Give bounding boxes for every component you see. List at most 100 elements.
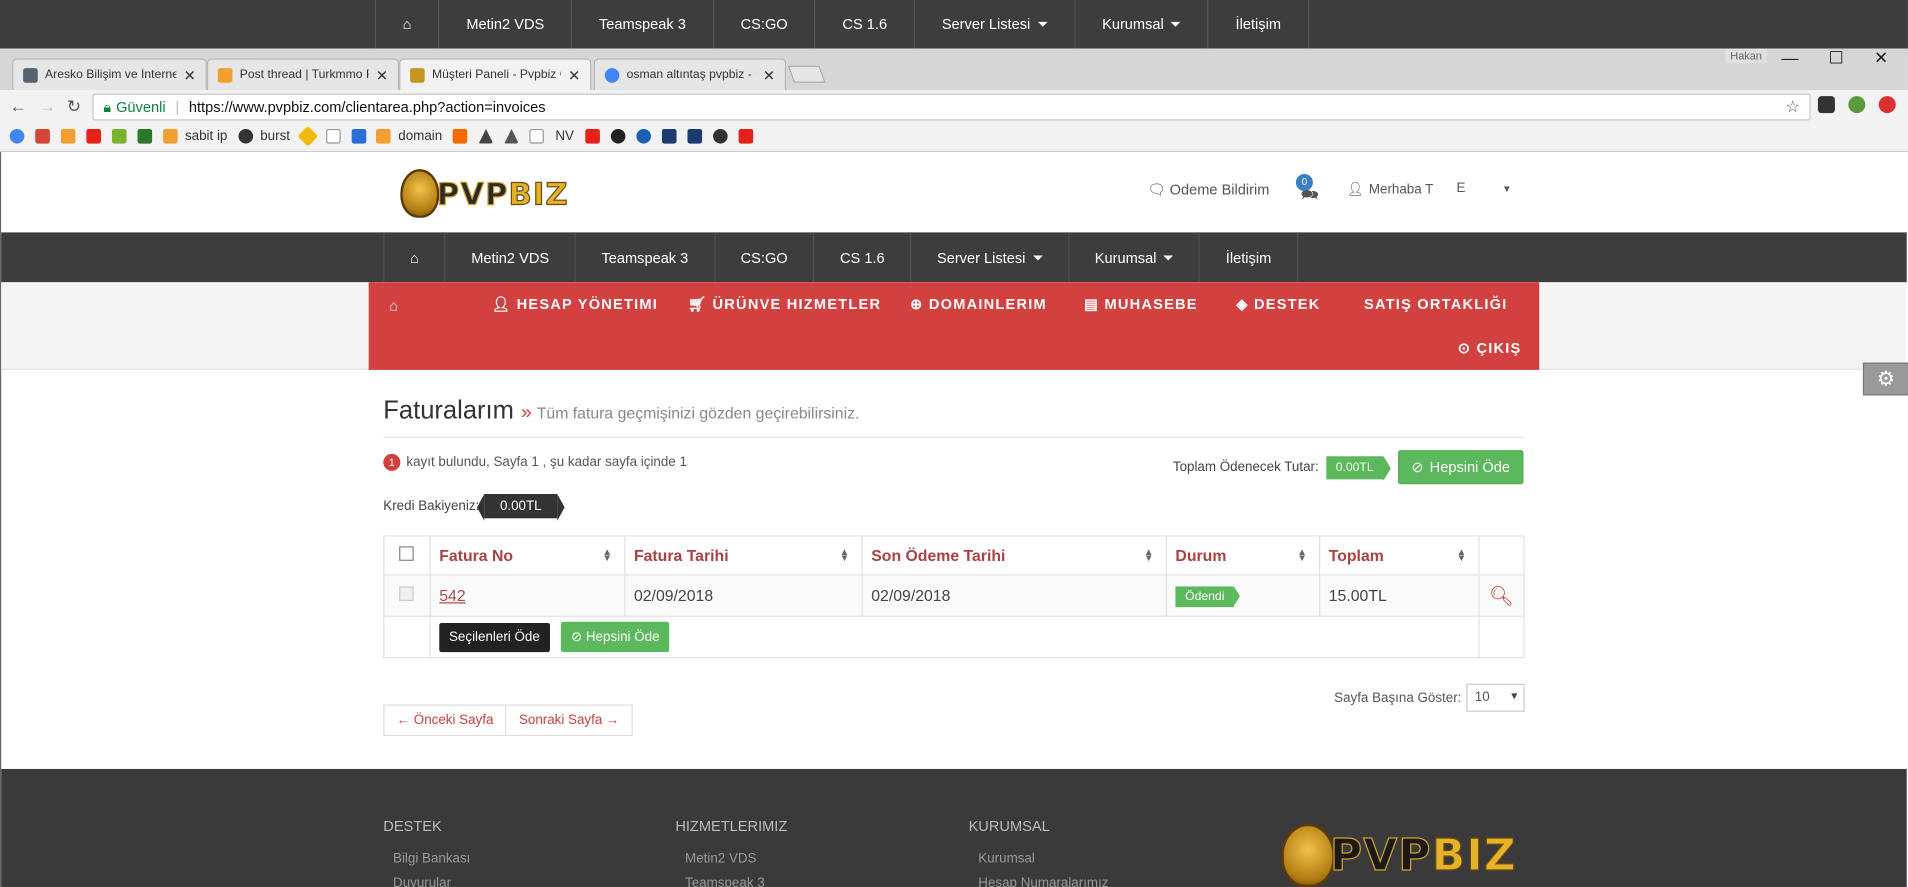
subnav-urunler[interactable]: 🛒︎ ÜRÜNVE HIZMETLER [687, 296, 881, 313]
subnav-home[interactable]: ⌂ [389, 297, 399, 314]
maximize-icon[interactable]: ☐ [1818, 47, 1855, 68]
bookmark-item[interactable] [297, 125, 319, 147]
prev-page-button[interactable]: ← Önceki Sayfa [383, 704, 507, 737]
comment-icon: 🗨︎ [1147, 181, 1166, 199]
bookmark-item[interactable] [9, 128, 25, 144]
minimize-icon[interactable]: — [1772, 47, 1809, 66]
bookmark-domain[interactable]: domain [352, 128, 442, 144]
bookmark-item[interactable] [478, 128, 494, 144]
new-tab-button[interactable] [787, 65, 826, 83]
profile-chip[interactable]: Hakan [1725, 48, 1767, 64]
bookmark-burst[interactable]: burst [238, 128, 290, 144]
subnav-satis[interactable]: SATIŞ ORTAKLIĞI [1364, 296, 1507, 313]
bookmark-item[interactable] [60, 128, 76, 144]
col-durum[interactable]: Durum ▲ ▼ [1165, 535, 1321, 576]
top-nav-iletisim[interactable]: İletişim [1207, 0, 1309, 49]
pay-selected-button[interactable]: Seçilenleri Öde [439, 622, 550, 653]
col-toplam[interactable]: Toplam ▲ ▼ [1319, 535, 1480, 576]
extension-icon[interactable] [1817, 96, 1835, 114]
nav-teamspeak[interactable]: Teamspeak 3 [574, 232, 714, 283]
browser-tab-aresko[interactable]: Aresko Bilişim ve İnternet ✕ [12, 58, 207, 91]
browser-tab-google[interactable]: osman altıntaş pvpbiz - G ✕ [593, 58, 787, 91]
top-nav-kurumsal[interactable]: Kurumsal [1074, 0, 1207, 49]
zoom-in-icon[interactable]: 🔍︎ [1489, 586, 1514, 607]
subnav-muhasebe[interactable]: ▤ MUHASEBE [1084, 296, 1198, 313]
bookmark-item[interactable] [610, 128, 626, 144]
top-nav-metin2[interactable]: Metin2 VDS [438, 0, 571, 49]
select-all-checkbox[interactable] [399, 546, 414, 561]
site-logo[interactable]: PVPBIZ [400, 169, 569, 218]
bookmark-item[interactable] [529, 128, 545, 144]
nav-home[interactable]: ⌂ [383, 232, 444, 283]
bookmark-item[interactable] [584, 128, 600, 144]
nav-csgo[interactable]: CS:GO [713, 232, 813, 283]
bookmark-item[interactable] [636, 128, 651, 144]
nav-iletisim[interactable]: İletişim [1199, 232, 1299, 283]
footer-link[interactable]: Hesap Numaralarımız [978, 876, 1108, 887]
footer-link[interactable]: Metin2 VDS [685, 852, 787, 867]
browser-tab-pvpbiz[interactable]: Müşteri Paneli - Pvpbiz G ✕ [399, 58, 592, 91]
col-son-odeme[interactable]: Son Ödeme Tarihi ▲ ▼ [861, 535, 1167, 576]
col-fatura-tarihi[interactable]: Fatura Tarihi ▲ ▼ [624, 535, 863, 576]
nav-cs16[interactable]: CS 1.6 [813, 232, 910, 283]
bookmark-item[interactable] [86, 128, 101, 144]
close-window-icon[interactable]: ✕ [1863, 47, 1900, 68]
next-page-button[interactable]: Sonraki Sayfa → [506, 704, 633, 737]
bookmark-item[interactable] [661, 128, 677, 144]
subnav-domain[interactable]: ⊕ DOMAINLERIM [910, 296, 1047, 313]
bookmark-item[interactable] [137, 128, 153, 144]
pay-all-button[interactable]: ⊘ Hepsini Öde [1397, 450, 1524, 485]
comments-icon[interactable]: 🗪︎ [1301, 184, 1319, 210]
reload-icon[interactable]: ↻ [67, 96, 81, 117]
home-icon: ⌂ [402, 15, 412, 33]
back-icon[interactable]: ← [10, 96, 27, 115]
close-icon[interactable]: ✕ [184, 66, 196, 83]
subnav-hesap[interactable]: 👤︎ HESAP YÖNETIMI [492, 296, 658, 313]
address-bar[interactable]: 🔒︎ Güvenli | https://www.pvpbiz.com/clie… [92, 93, 1811, 121]
bookmark-nv[interactable]: NV [555, 129, 574, 144]
settings-gear-button[interactable]: ⚙ [1862, 362, 1908, 396]
col-fatura-no[interactable]: Fatura No ▲ ▼ [429, 535, 626, 576]
extension-icon[interactable] [1878, 96, 1896, 114]
bookmark-item[interactable] [712, 128, 728, 144]
close-icon[interactable]: ✕ [568, 66, 580, 83]
close-icon[interactable]: ✕ [376, 66, 388, 83]
forward-icon[interactable]: → [39, 96, 56, 115]
col-son-odeme-label: Son Ödeme Tarihi [871, 546, 1006, 565]
subnav-destek[interactable]: ◈ DESTEK [1236, 296, 1320, 313]
bookmark-item[interactable] [453, 128, 468, 144]
table-pay-all-button[interactable]: ⊘ Hepsini Öde [561, 621, 670, 653]
invoice-link[interactable]: 542 [439, 586, 465, 604]
top-nav-cs16[interactable]: CS 1.6 [814, 0, 913, 49]
bookmark-item[interactable] [504, 128, 519, 144]
nav-kurumsal[interactable]: Kurumsal [1068, 232, 1199, 283]
nav-server-listesi[interactable]: Server Listesi [910, 232, 1068, 283]
top-nav-csgo[interactable]: CS:GO [712, 0, 815, 49]
user-menu[interactable]: 👤︎ Merhaba T [1347, 181, 1433, 197]
bookmark-item[interactable] [35, 128, 50, 144]
footer-link[interactable]: Bilgi Bankası [393, 852, 470, 867]
footer-link[interactable]: Kurumsal [978, 852, 1108, 867]
bookmark-item[interactable] [687, 128, 702, 144]
bookmark-item[interactable] [738, 128, 753, 144]
footer-link[interactable]: Teamspeak 3 [685, 876, 787, 887]
extension-icon[interactable] [1848, 96, 1866, 114]
per-page-select[interactable]: 10 [1466, 683, 1525, 712]
close-icon[interactable]: ✕ [763, 66, 775, 83]
footer-link[interactable]: Duyurular [393, 876, 470, 887]
bookmark-sabit-ip[interactable]: sabit ip [163, 128, 227, 144]
top-nav-home[interactable]: ⌂ [374, 0, 439, 49]
nav-metin2[interactable]: Metin2 VDS [444, 232, 574, 283]
top-nav-server-listesi[interactable]: Server Listesi [913, 0, 1074, 49]
subnav-cikis[interactable]: ⊙ ÇIKIŞ [1458, 339, 1522, 356]
odeme-bildirim-link[interactable]: 🗨︎ Odeme Bildirim [1147, 181, 1269, 198]
row-checkbox[interactable] [399, 586, 414, 602]
top-nav-teamspeak[interactable]: Teamspeak 3 [571, 0, 713, 49]
invoice-view-cell: 🔍︎ [1478, 574, 1525, 617]
bookmark-item[interactable] [111, 128, 127, 144]
bookmark-label: burst [260, 128, 290, 144]
bookmark-item[interactable] [326, 128, 342, 144]
language-select[interactable]: E ▼ [1457, 181, 1512, 196]
star-icon[interactable]: ☆ [1785, 97, 1799, 116]
browser-tab-turkmmo[interactable]: Post thread | Turkmmo Fo ✕ [206, 58, 400, 91]
